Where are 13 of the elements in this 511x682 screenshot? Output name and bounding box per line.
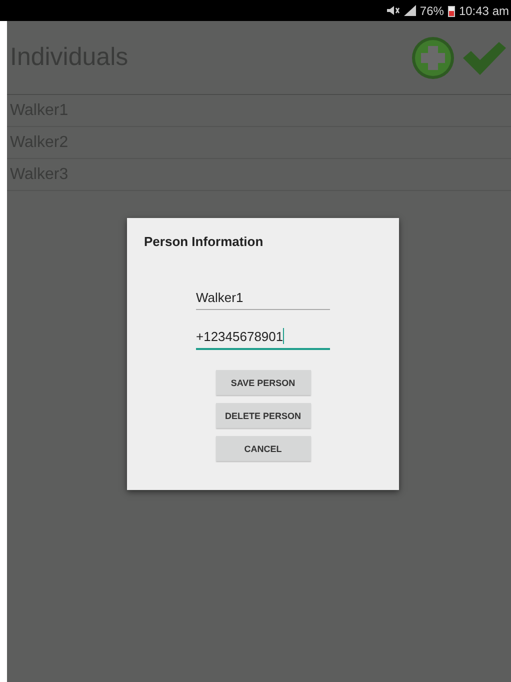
dialog-button[interactable]: CANCEL [216,436,310,461]
clock-time: 10:43 am [458,4,509,18]
checkmark-icon[interactable] [461,40,507,76]
mute-icon [386,5,400,16]
dialog-title: Person Information [144,234,264,249]
signal-icon [404,5,416,16]
dialog-button[interactable]: SAVE PERSON [216,370,310,395]
battery-percentage: 76% [420,4,444,18]
battery-icon [448,4,455,16]
add-icon[interactable] [411,36,455,80]
input-field[interactable]: Walker1 [196,285,330,310]
input-field[interactable]: +12345678901 [196,324,330,350]
dialog-button[interactable]: DELETE PERSON [216,403,310,428]
